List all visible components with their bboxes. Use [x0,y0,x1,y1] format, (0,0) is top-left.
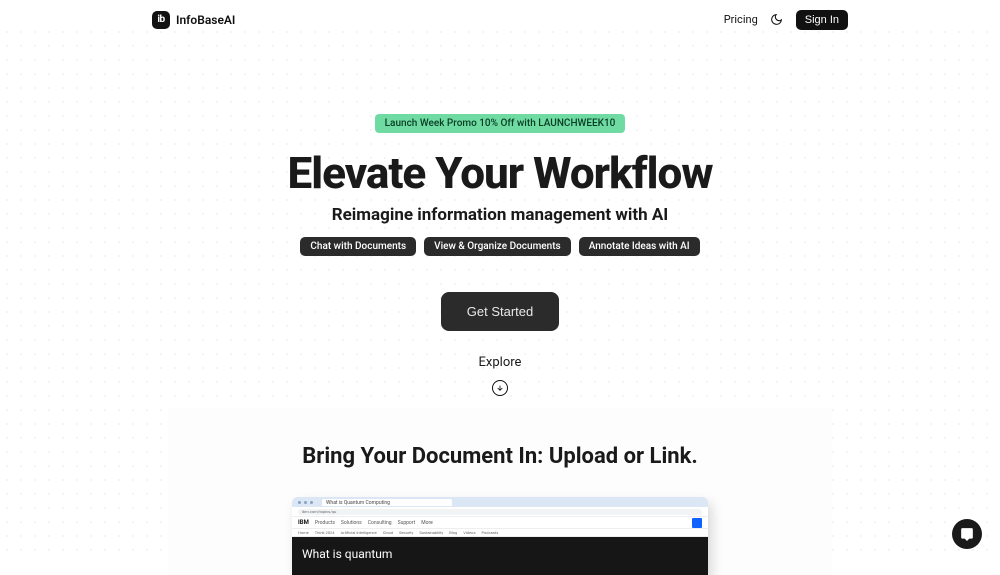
hero-headline: Elevate Your Workflow [0,147,1000,199]
hero-subhead: Reimagine information management with AI [0,205,1000,225]
feature-pill: View & Organize Documents [424,237,571,256]
mock-site-hero-text: What is quantum [302,547,392,561]
feature-pill: Chat with Documents [300,237,416,256]
top-nav: ib InfoBaseAI Pricing Sign In [0,0,1000,25]
mock-menu-item: Solutions [341,520,362,526]
mock-browser-tabstrip: What is Quantum Computing [292,497,708,507]
chat-icon [960,527,974,541]
mock-site-hero: What is quantum [292,537,708,575]
mock-browser-tab: What is Quantum Computing [322,499,452,506]
mock-subnav-item: Home [298,530,309,535]
window-control-icon [304,501,307,504]
feature-pills: Chat with Documents View & Organize Docu… [0,237,1000,256]
section-upload: Bring Your Document In: Upload or Link. … [168,408,832,575]
mock-subnav-item: Podcasts [482,530,499,535]
mock-subnav-item: Security [399,530,413,535]
window-control-icon [298,501,301,504]
mock-browser-screenshot: What is Quantum Computing ibm.com/topics… [292,497,708,575]
explore-label: Explore [0,355,1000,370]
section-upload-title: Bring Your Document In: Upload or Link. [168,444,832,469]
signin-button[interactable]: Sign In [796,10,848,30]
window-control-icon [310,501,313,504]
mock-subnav-item: Videos [463,530,475,535]
mock-menu-item: Consulting [368,520,392,526]
mock-menu-item: Products [315,520,335,526]
mock-site-subnav: Home Think 2024 Artificial Intelligence … [292,529,708,537]
get-started-button[interactable]: Get Started [441,292,559,331]
explore-scroll-hint[interactable] [0,380,1000,396]
mock-menu-item: Support [398,520,416,526]
arrow-down-icon [496,384,504,392]
brand[interactable]: ib InfoBaseAI [152,11,235,29]
mock-site-logo: IBM [298,519,309,526]
brand-logo: ib [152,11,170,29]
mock-site-header: IBM Products Solutions Consulting Suppor… [292,517,708,529]
nav-right: Pricing Sign In [724,10,848,30]
promo-badge: Launch Week Promo 10% Off with LAUNCHWEE… [375,114,626,133]
theme-toggle[interactable] [768,11,786,29]
moon-icon [770,13,783,26]
brand-name: InfoBaseAI [176,13,235,27]
mock-search-button [692,518,702,528]
chat-fab[interactable] [952,519,982,549]
mock-subnav-item: Sustainability [419,530,443,535]
feature-pill: Annotate Ideas with AI [579,237,700,256]
mock-menu-item: More [421,520,433,526]
mock-subnav-item: Blog [449,530,457,535]
mock-subnav-item: Think 2024 [315,530,335,535]
mock-browser-url: ibm.com/topics/qu [298,509,702,515]
nav-link-pricing[interactable]: Pricing [724,13,758,26]
mock-browser-urlbar: ibm.com/topics/qu [292,507,708,517]
hero: Launch Week Promo 10% Off with LAUNCHWEE… [0,25,1000,396]
mock-subnav-item: Cloud [383,530,393,535]
mock-subnav-item: Artificial Intelligence [341,530,377,535]
